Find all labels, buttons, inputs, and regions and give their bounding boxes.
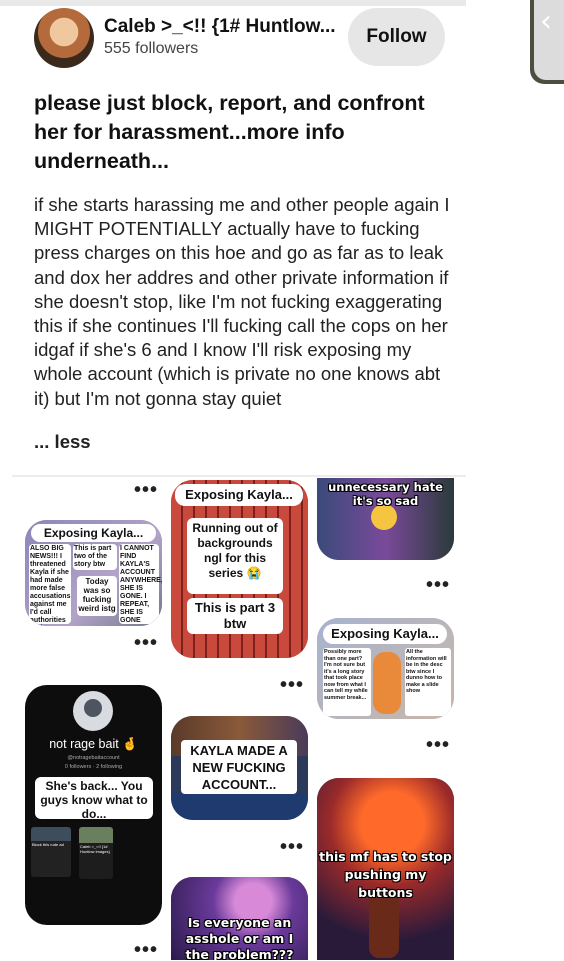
more-dots-icon[interactable]: ••• (426, 575, 450, 595)
caption-note-2: This is part 3 btw (187, 598, 283, 634)
note-right-text: I CANNOT FIND KAYLA'S ACCOUNT ANYWHERE, … (120, 545, 162, 624)
caption-text: KAYLA MADE A NEW FUCKING ACCOUNT... (190, 743, 288, 792)
mini-pin-right-text: Caleb >_<!! {1# Huntlow images} (80, 844, 110, 854)
character-figure (373, 652, 401, 714)
more-dots-icon[interactable]: ••• (280, 675, 304, 695)
note-right: All the information will be in the desc … (405, 648, 451, 716)
note-left-text: ALSO BIG NEWS!!! I threatened Kayla if s… (30, 545, 71, 626)
pin-card-title: Exposing Kayla... (43, 526, 144, 540)
pin-card-exposing-kayla-3[interactable]: Exposing Kayla... Possibly more than one… (317, 618, 454, 719)
pin-card-title: Exposing Kayla... (331, 626, 439, 641)
sticker-text: She's back... You guys know what to do..… (40, 779, 148, 821)
mini-pin-left: Block this rude ad (31, 827, 71, 877)
meme-caption: Is everyone an asshole or am I the probl… (185, 915, 294, 960)
back-chevron-icon: ‹ (540, 4, 552, 39)
profile-avatar (73, 691, 113, 731)
note-middle-top-text: This is part two of the story btw (74, 545, 112, 568)
top-divider (0, 0, 466, 6)
show-less-link[interactable]: ... less (34, 431, 91, 453)
pin-card-exposing-kayla-2[interactable]: Exposing Kayla... Running out of backgro… (171, 480, 308, 658)
meme-caption: unnecessary hate it's so sad (328, 480, 443, 508)
pin-title: please just block, report, and confront … (34, 91, 425, 173)
note-right: I CANNOT FIND KAYLA'S ACCOUNT ANYWHERE, … (119, 544, 162, 624)
note-middle-top: This is part two of the story btw (73, 544, 117, 570)
pin-card-kayla-new-account[interactable]: KAYLA MADE A NEW FUCKING ACCOUNT... (171, 716, 308, 820)
more-dots-icon[interactable]: ••• (134, 633, 158, 653)
pin-card-hate[interactable]: unnecessary hate it's so sad (317, 478, 454, 560)
note-left: ALSO BIG NEWS!!! I threatened Kayla if s… (29, 544, 71, 626)
meme-caption: this mf has to stop pushing my buttons (319, 849, 452, 900)
pin-card-title: Exposing Kayla... (185, 487, 293, 502)
pin-card-buttons[interactable]: this mf has to stop pushing my buttons (317, 778, 454, 960)
pin-card-asshole[interactable]: Is everyone an asshole or am I the probl… (171, 877, 308, 960)
caption-note: Running out of backgrounds ngl for this … (187, 518, 283, 594)
more-dots-icon[interactable]: ••• (134, 480, 158, 500)
sticker-caption: She's back... You guys know what to do..… (35, 777, 153, 821)
title-sticker: Exposing Kayla... (323, 624, 447, 644)
note-left: Possibly more than one part? I'm not sur… (323, 648, 371, 716)
caption-note-2-text: This is part 3 btw (194, 600, 276, 631)
profile-name: not rage bait 🤞 (49, 737, 138, 751)
note-middle-bottom: Today was so fucking weird istg (77, 576, 117, 616)
avatar[interactable] (34, 8, 94, 68)
follower-count: 555 followers (104, 40, 199, 57)
caption-note: KAYLA MADE A NEW FUCKING ACCOUNT... (181, 740, 297, 794)
section-divider (12, 475, 466, 477)
mini-pin-right: Caleb >_<!! {1# Huntlow images} (79, 827, 113, 879)
follow-button[interactable]: Follow (348, 8, 445, 66)
caption-note-text: Running out of backgrounds ngl for this … (192, 521, 278, 580)
pin-description: if she starts harassing me and other peo… (34, 194, 450, 409)
profile-stats: 0 followers · 2 following (64, 764, 123, 770)
mini-pin-left-text: Block this rude ad (32, 842, 64, 847)
profile-handle: @notragebaitaccount (67, 755, 120, 761)
more-dots-icon[interactable]: ••• (280, 837, 304, 857)
side-back-button[interactable]: ‹ (530, 0, 564, 84)
title-sticker: Exposing Kayla... (31, 524, 156, 542)
note-left-text: Possibly more than one part? I'm not sur… (324, 649, 368, 701)
author-name[interactable]: Caleb >_<!! {1# Huntlow... (104, 16, 336, 38)
title-sticker: Exposing Kayla... (175, 484, 303, 506)
note-right-text: All the information will be in the desc … (406, 649, 447, 694)
pin-card-not-rage-bait[interactable]: not rage bait 🤞 @notragebaitaccount 0 fo… (25, 685, 162, 925)
note-middle-bottom-text: Today was so fucking weird istg (78, 577, 116, 613)
more-dots-icon[interactable]: ••• (134, 940, 158, 960)
more-dots-icon[interactable]: ••• (426, 735, 450, 755)
pin-card-exposing-kayla-1[interactable]: Exposing Kayla... ALSO BIG NEWS!!! I thr… (25, 520, 162, 626)
